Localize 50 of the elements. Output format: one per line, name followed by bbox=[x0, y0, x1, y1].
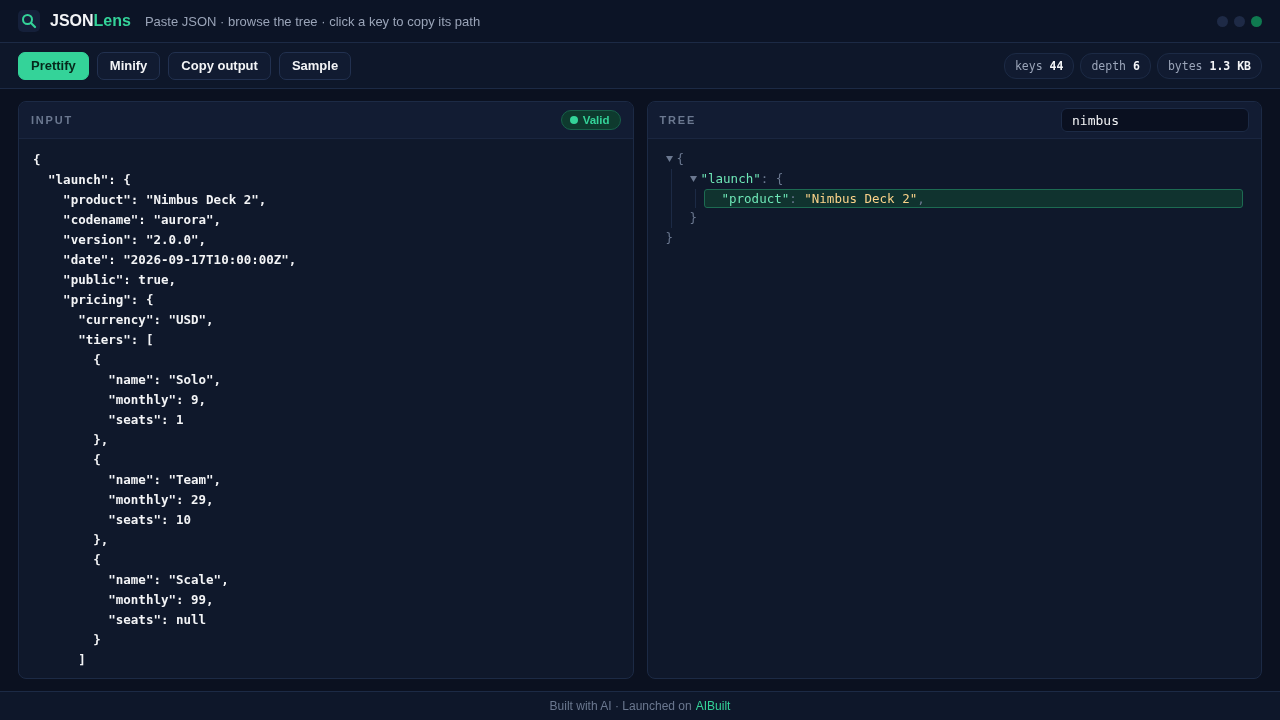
code-line: "date": "2026-09-17T10:00:00Z", bbox=[62, 251, 297, 269]
toolbar-button[interactable]: Sample bbox=[278, 51, 352, 80]
code-line: "monthly": 99, bbox=[107, 591, 214, 609]
tree-punctuation: : { bbox=[760, 170, 784, 188]
code-line: { bbox=[92, 451, 101, 469]
code-line: "name": "Team", bbox=[107, 471, 222, 489]
code-line: "monthly": 29, bbox=[107, 491, 214, 509]
tree-row[interactable]: "product": "Nimbus Deck 2", bbox=[703, 189, 1243, 208]
code-line: "tiers": [ bbox=[77, 331, 154, 349]
code-line: "launch": { bbox=[47, 171, 131, 189]
code-line: "seats": 10 bbox=[107, 511, 192, 529]
toolbar-button[interactable]: Minify bbox=[96, 51, 161, 80]
tree-brace: } bbox=[689, 209, 698, 227]
code-line: { bbox=[92, 351, 101, 369]
code-line: { bbox=[33, 151, 41, 169]
caret-icon[interactable] bbox=[689, 176, 697, 182]
search-icon bbox=[18, 10, 40, 32]
code-line: ] bbox=[77, 651, 86, 669]
panel-title: TREE bbox=[659, 114, 697, 126]
valid-badge: Valid bbox=[560, 110, 621, 130]
code-line: "seats": 1 bbox=[107, 411, 184, 429]
tree-brace: { bbox=[676, 150, 685, 168]
toolbar-button[interactable]: Prettify bbox=[18, 51, 89, 80]
code-line: "name": "Solo", bbox=[107, 371, 222, 389]
tagline: Paste JSON · browse the tree · click a key to copy its path bbox=[144, 13, 481, 29]
toolbar-button[interactable]: Copy output bbox=[168, 51, 271, 80]
stat-chip: keys 44 bbox=[1003, 52, 1075, 79]
stat-chip: bytes 1.3 KB bbox=[1156, 52, 1262, 79]
code-line: } bbox=[92, 631, 101, 649]
code-line: "product": "Nimbus Deck 2", bbox=[62, 191, 267, 209]
code-line: "pricing": { bbox=[62, 291, 154, 309]
code-line: }, bbox=[92, 431, 109, 449]
panel-title: INPUT bbox=[31, 114, 73, 126]
code-line: }, bbox=[92, 531, 109, 549]
footer-link[interactable]: AIBuilt bbox=[695, 699, 731, 713]
search-field[interactable]: nimbus bbox=[1061, 108, 1249, 132]
tree-brace: } bbox=[665, 229, 674, 247]
stat-chip: depth 6 bbox=[1080, 52, 1151, 79]
code-line: "name": "Scale", bbox=[107, 571, 229, 589]
footer-text: Built with AI · Launched on bbox=[549, 699, 692, 713]
code-line: "monthly": 9, bbox=[107, 391, 207, 409]
code-line: { bbox=[92, 551, 101, 569]
code-line: "public": true, bbox=[62, 271, 176, 289]
code-line: "seats": null bbox=[107, 611, 207, 629]
code-line: "version": "2.0.0", bbox=[62, 231, 207, 249]
code-line: "codename": "aurora", bbox=[62, 211, 222, 229]
tree-key[interactable]: "launch" bbox=[700, 169, 761, 189]
app-logo: JSONLens bbox=[50, 12, 131, 30]
code-line: "currency": "USD", bbox=[77, 311, 214, 329]
caret-icon[interactable] bbox=[665, 156, 673, 162]
